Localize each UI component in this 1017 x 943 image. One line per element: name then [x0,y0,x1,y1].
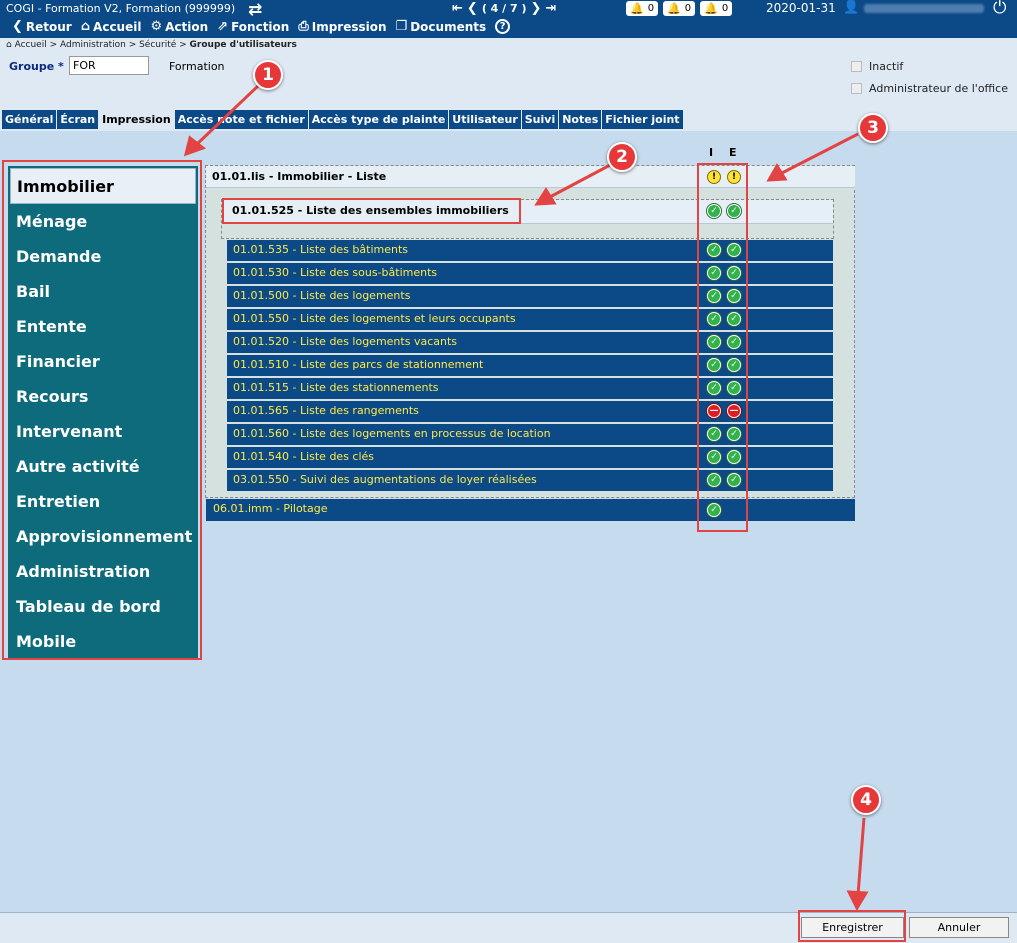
annotation-badge-1: 1 [253,60,283,90]
annotation-badge-3: 3 [858,113,888,143]
annotation-badge-4: 4 [851,785,881,815]
annotation-badge-2: 2 [607,142,637,172]
